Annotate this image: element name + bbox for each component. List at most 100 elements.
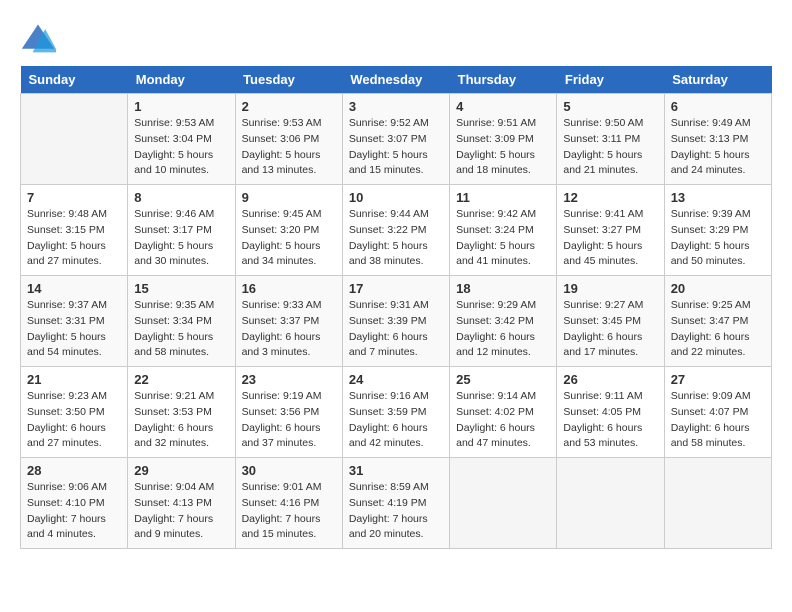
logo: [20, 20, 62, 56]
daylight: Daylight: 6 hours and 22 minutes.: [671, 331, 750, 359]
sunset: Sunset: 3:07 PM: [349, 133, 427, 145]
sunrise: Sunrise: 9:01 AM: [242, 481, 322, 493]
day-number: 10: [349, 190, 443, 205]
daylight: Daylight: 7 hours and 15 minutes.: [242, 513, 321, 541]
calendar-cell: 3 Sunrise: 9:52 AM Sunset: 3:07 PM Dayli…: [342, 94, 449, 185]
calendar-cell: 22 Sunrise: 9:21 AM Sunset: 3:53 PM Dayl…: [128, 367, 235, 458]
calendar-cell: 17 Sunrise: 9:31 AM Sunset: 3:39 PM Dayl…: [342, 276, 449, 367]
daylight: Daylight: 5 hours and 15 minutes.: [349, 149, 428, 177]
calendar-cell: 16 Sunrise: 9:33 AM Sunset: 3:37 PM Dayl…: [235, 276, 342, 367]
sunset: Sunset: 3:47 PM: [671, 315, 749, 327]
calendar-cell: [21, 94, 128, 185]
sunset: Sunset: 3:59 PM: [349, 406, 427, 418]
sunset: Sunset: 3:11 PM: [563, 133, 640, 145]
day-info: Sunrise: 9:37 AM Sunset: 3:31 PM Dayligh…: [27, 298, 121, 361]
day-info: Sunrise: 9:19 AM Sunset: 3:56 PM Dayligh…: [242, 389, 336, 452]
calendar-week-5: 28 Sunrise: 9:06 AM Sunset: 4:10 PM Dayl…: [21, 458, 772, 549]
day-number: 11: [456, 190, 550, 205]
day-info: Sunrise: 9:06 AM Sunset: 4:10 PM Dayligh…: [27, 480, 121, 543]
day-number: 14: [27, 281, 121, 296]
daylight: Daylight: 7 hours and 9 minutes.: [134, 513, 213, 541]
day-number: 9: [242, 190, 336, 205]
day-info: Sunrise: 9:21 AM Sunset: 3:53 PM Dayligh…: [134, 389, 228, 452]
day-info: Sunrise: 9:09 AM Sunset: 4:07 PM Dayligh…: [671, 389, 765, 452]
sunset: Sunset: 3:39 PM: [349, 315, 427, 327]
sunrise: Sunrise: 9:19 AM: [242, 390, 322, 402]
sunset: Sunset: 4:02 PM: [456, 406, 534, 418]
sunset: Sunset: 3:13 PM: [671, 133, 749, 145]
day-number: 12: [563, 190, 657, 205]
day-info: Sunrise: 9:45 AM Sunset: 3:20 PM Dayligh…: [242, 207, 336, 270]
calendar-cell: 18 Sunrise: 9:29 AM Sunset: 3:42 PM Dayl…: [450, 276, 557, 367]
sunrise: Sunrise: 9:51 AM: [456, 117, 536, 129]
calendar-cell: 27 Sunrise: 9:09 AM Sunset: 4:07 PM Dayl…: [664, 367, 771, 458]
day-number: 7: [27, 190, 121, 205]
day-number: 5: [563, 99, 657, 114]
calendar-cell: 19 Sunrise: 9:27 AM Sunset: 3:45 PM Dayl…: [557, 276, 664, 367]
logo-icon: [20, 20, 56, 56]
daylight: Daylight: 6 hours and 53 minutes.: [563, 422, 642, 450]
sunrise: Sunrise: 9:33 AM: [242, 299, 322, 311]
daylight: Daylight: 6 hours and 17 minutes.: [563, 331, 642, 359]
sunset: Sunset: 3:06 PM: [242, 133, 320, 145]
daylight: Daylight: 6 hours and 47 minutes.: [456, 422, 535, 450]
weekday-header-row: SundayMondayTuesdayWednesdayThursdayFrid…: [21, 66, 772, 94]
sunset: Sunset: 4:16 PM: [242, 497, 320, 509]
day-number: 1: [134, 99, 228, 114]
day-info: Sunrise: 9:52 AM Sunset: 3:07 PM Dayligh…: [349, 116, 443, 179]
day-info: Sunrise: 9:39 AM Sunset: 3:29 PM Dayligh…: [671, 207, 765, 270]
page-header: [20, 20, 772, 56]
day-number: 21: [27, 372, 121, 387]
sunset: Sunset: 3:29 PM: [671, 224, 749, 236]
sunset: Sunset: 3:37 PM: [242, 315, 320, 327]
daylight: Daylight: 5 hours and 21 minutes.: [563, 149, 642, 177]
calendar-cell: 26 Sunrise: 9:11 AM Sunset: 4:05 PM Dayl…: [557, 367, 664, 458]
calendar-week-3: 14 Sunrise: 9:37 AM Sunset: 3:31 PM Dayl…: [21, 276, 772, 367]
sunrise: Sunrise: 9:37 AM: [27, 299, 107, 311]
sunrise: Sunrise: 9:49 AM: [671, 117, 751, 129]
day-number: 6: [671, 99, 765, 114]
calendar-cell: 4 Sunrise: 9:51 AM Sunset: 3:09 PM Dayli…: [450, 94, 557, 185]
daylight: Daylight: 6 hours and 58 minutes.: [671, 422, 750, 450]
day-info: Sunrise: 9:25 AM Sunset: 3:47 PM Dayligh…: [671, 298, 765, 361]
daylight: Daylight: 5 hours and 38 minutes.: [349, 240, 428, 268]
day-number: 15: [134, 281, 228, 296]
sunrise: Sunrise: 9:48 AM: [27, 208, 107, 220]
day-info: Sunrise: 9:04 AM Sunset: 4:13 PM Dayligh…: [134, 480, 228, 543]
daylight: Daylight: 5 hours and 54 minutes.: [27, 331, 106, 359]
daylight: Daylight: 5 hours and 45 minutes.: [563, 240, 642, 268]
sunrise: Sunrise: 9:52 AM: [349, 117, 429, 129]
calendar-table: SundayMondayTuesdayWednesdayThursdayFrid…: [20, 66, 772, 549]
sunrise: Sunrise: 9:50 AM: [563, 117, 643, 129]
sunset: Sunset: 3:31 PM: [27, 315, 105, 327]
sunrise: Sunrise: 9:42 AM: [456, 208, 536, 220]
calendar-cell: 28 Sunrise: 9:06 AM Sunset: 4:10 PM Dayl…: [21, 458, 128, 549]
weekday-header-sunday: Sunday: [21, 66, 128, 94]
sunrise: Sunrise: 9:41 AM: [563, 208, 643, 220]
daylight: Daylight: 6 hours and 27 minutes.: [27, 422, 106, 450]
sunrise: Sunrise: 9:44 AM: [349, 208, 429, 220]
sunrise: Sunrise: 9:31 AM: [349, 299, 429, 311]
calendar-cell: 23 Sunrise: 9:19 AM Sunset: 3:56 PM Dayl…: [235, 367, 342, 458]
day-info: Sunrise: 9:46 AM Sunset: 3:17 PM Dayligh…: [134, 207, 228, 270]
sunrise: Sunrise: 9:06 AM: [27, 481, 107, 493]
weekday-header-thursday: Thursday: [450, 66, 557, 94]
day-info: Sunrise: 9:49 AM Sunset: 3:13 PM Dayligh…: [671, 116, 765, 179]
day-number: 18: [456, 281, 550, 296]
day-info: Sunrise: 9:53 AM Sunset: 3:04 PM Dayligh…: [134, 116, 228, 179]
sunrise: Sunrise: 9:14 AM: [456, 390, 536, 402]
calendar-cell: 30 Sunrise: 9:01 AM Sunset: 4:16 PM Dayl…: [235, 458, 342, 549]
daylight: Daylight: 5 hours and 58 minutes.: [134, 331, 213, 359]
sunset: Sunset: 3:56 PM: [242, 406, 320, 418]
sunrise: Sunrise: 9:53 AM: [242, 117, 322, 129]
calendar-cell: 5 Sunrise: 9:50 AM Sunset: 3:11 PM Dayli…: [557, 94, 664, 185]
day-number: 25: [456, 372, 550, 387]
sunset: Sunset: 4:07 PM: [671, 406, 749, 418]
day-info: Sunrise: 9:11 AM Sunset: 4:05 PM Dayligh…: [563, 389, 657, 452]
daylight: Daylight: 6 hours and 3 minutes.: [242, 331, 321, 359]
sunrise: Sunrise: 9:16 AM: [349, 390, 429, 402]
daylight: Daylight: 5 hours and 18 minutes.: [456, 149, 535, 177]
sunrise: Sunrise: 9:45 AM: [242, 208, 322, 220]
day-number: 19: [563, 281, 657, 296]
day-info: Sunrise: 9:41 AM Sunset: 3:27 PM Dayligh…: [563, 207, 657, 270]
